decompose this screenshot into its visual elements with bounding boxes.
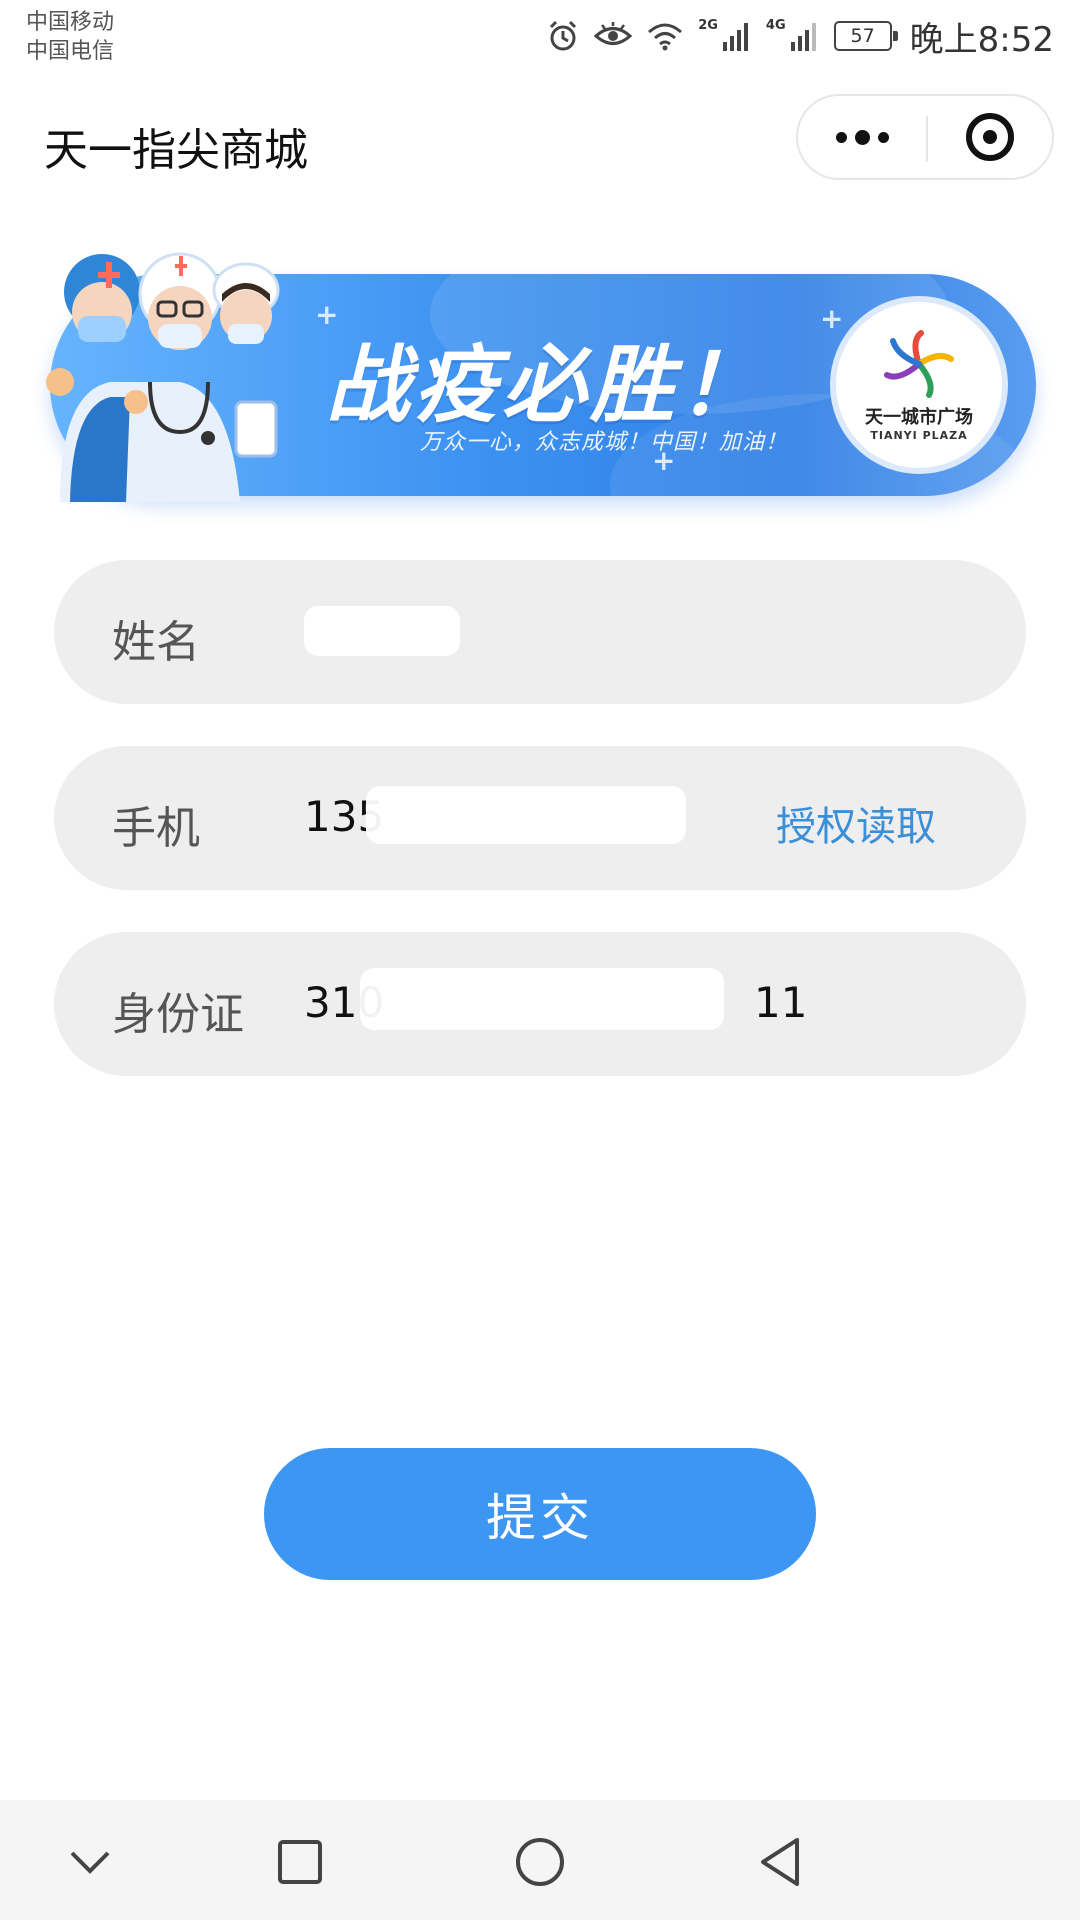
redaction-mark: [360, 968, 724, 1030]
system-nav-bar: [0, 1800, 1080, 1920]
carrier-2: 中国电信: [26, 39, 115, 64]
medical-workers-illustration: [46, 252, 280, 502]
more-dots-icon: [854, 129, 870, 145]
close-target-icon: [966, 113, 1014, 161]
redaction-mark: [304, 606, 460, 656]
clock: 晚上8:52: [909, 19, 1054, 60]
home-icon: [516, 1838, 564, 1886]
carriers: 中国移动 中国电信: [26, 8, 114, 66]
submit-button[interactable]: 提交: [264, 1448, 816, 1580]
more-button[interactable]: [798, 96, 926, 178]
signal-1-icon: [722, 23, 748, 51]
home-button[interactable]: [508, 1830, 572, 1894]
phone-field[interactable]: 手机 135 授权读取: [54, 746, 1026, 890]
banner-subtitle: 万众一心，众志成城！中国！加油！: [420, 430, 789, 455]
banner-title: 战疫必胜！: [326, 336, 767, 434]
carrier-1: 中国移动: [26, 10, 115, 35]
back-icon: [761, 1838, 799, 1886]
phone-label: 手机: [112, 803, 200, 854]
id-card-field[interactable]: 身份证 310 11: [54, 932, 1026, 1076]
chevron-down-icon: [70, 1851, 110, 1874]
battery-level: 57: [850, 25, 875, 47]
more-dots-icon: [835, 131, 847, 143]
sparkle-icon: +: [820, 302, 844, 335]
page-title: 天一指尖商城: [44, 125, 308, 176]
more-dots-icon: [877, 131, 889, 143]
eye-icon: [594, 22, 633, 45]
name-label: 姓名: [112, 617, 200, 668]
name-field[interactable]: 姓名: [54, 560, 1026, 704]
authorize-read-link[interactable]: 授权读取: [776, 794, 936, 852]
recent-apps-button[interactable]: [268, 1830, 332, 1894]
status-bar: 中国移动 中国电信 2G 4G 57 晚上8:52: [0, 0, 1080, 72]
signal-1-tag: 2G: [698, 17, 718, 33]
nav-bar: 天一指尖商城: [0, 90, 1080, 190]
wifi-icon: [648, 23, 683, 51]
logo-name: 天一城市广场: [865, 406, 973, 428]
screen: 中国移动 中国电信 2G 4G 57 晚上8:52 天一指尖商城 + + + 战…: [0, 0, 1080, 1920]
recent-apps-icon: [278, 1840, 322, 1884]
banner: + + + 战疫必胜！ 万众一心，众志成城！中国！加油！ 天一城市广场 TIAN…: [40, 232, 1040, 512]
alarm-icon: [550, 20, 577, 51]
pinwheel-logo-icon: [884, 329, 954, 398]
mini-program-capsule: [796, 94, 1054, 180]
plaza-logo: 天一城市广场 TIANYI PLAZA: [830, 296, 1008, 474]
id-card-label: 身份证: [112, 989, 244, 1040]
signal-2-tag: 4G: [765, 17, 786, 33]
collapse-button[interactable]: [58, 1830, 122, 1894]
battery-icon: 57: [833, 21, 898, 51]
logo-en: TIANYI PLAZA: [870, 428, 968, 442]
redaction-mark: [366, 786, 686, 844]
id-card-value-tail: 11: [754, 978, 808, 1027]
status-icons: 2G 4G 57 晚上8:52: [546, 12, 1054, 60]
back-button[interactable]: [748, 1830, 812, 1894]
close-button[interactable]: [928, 96, 1052, 178]
signal-2-icon: [790, 23, 816, 51]
